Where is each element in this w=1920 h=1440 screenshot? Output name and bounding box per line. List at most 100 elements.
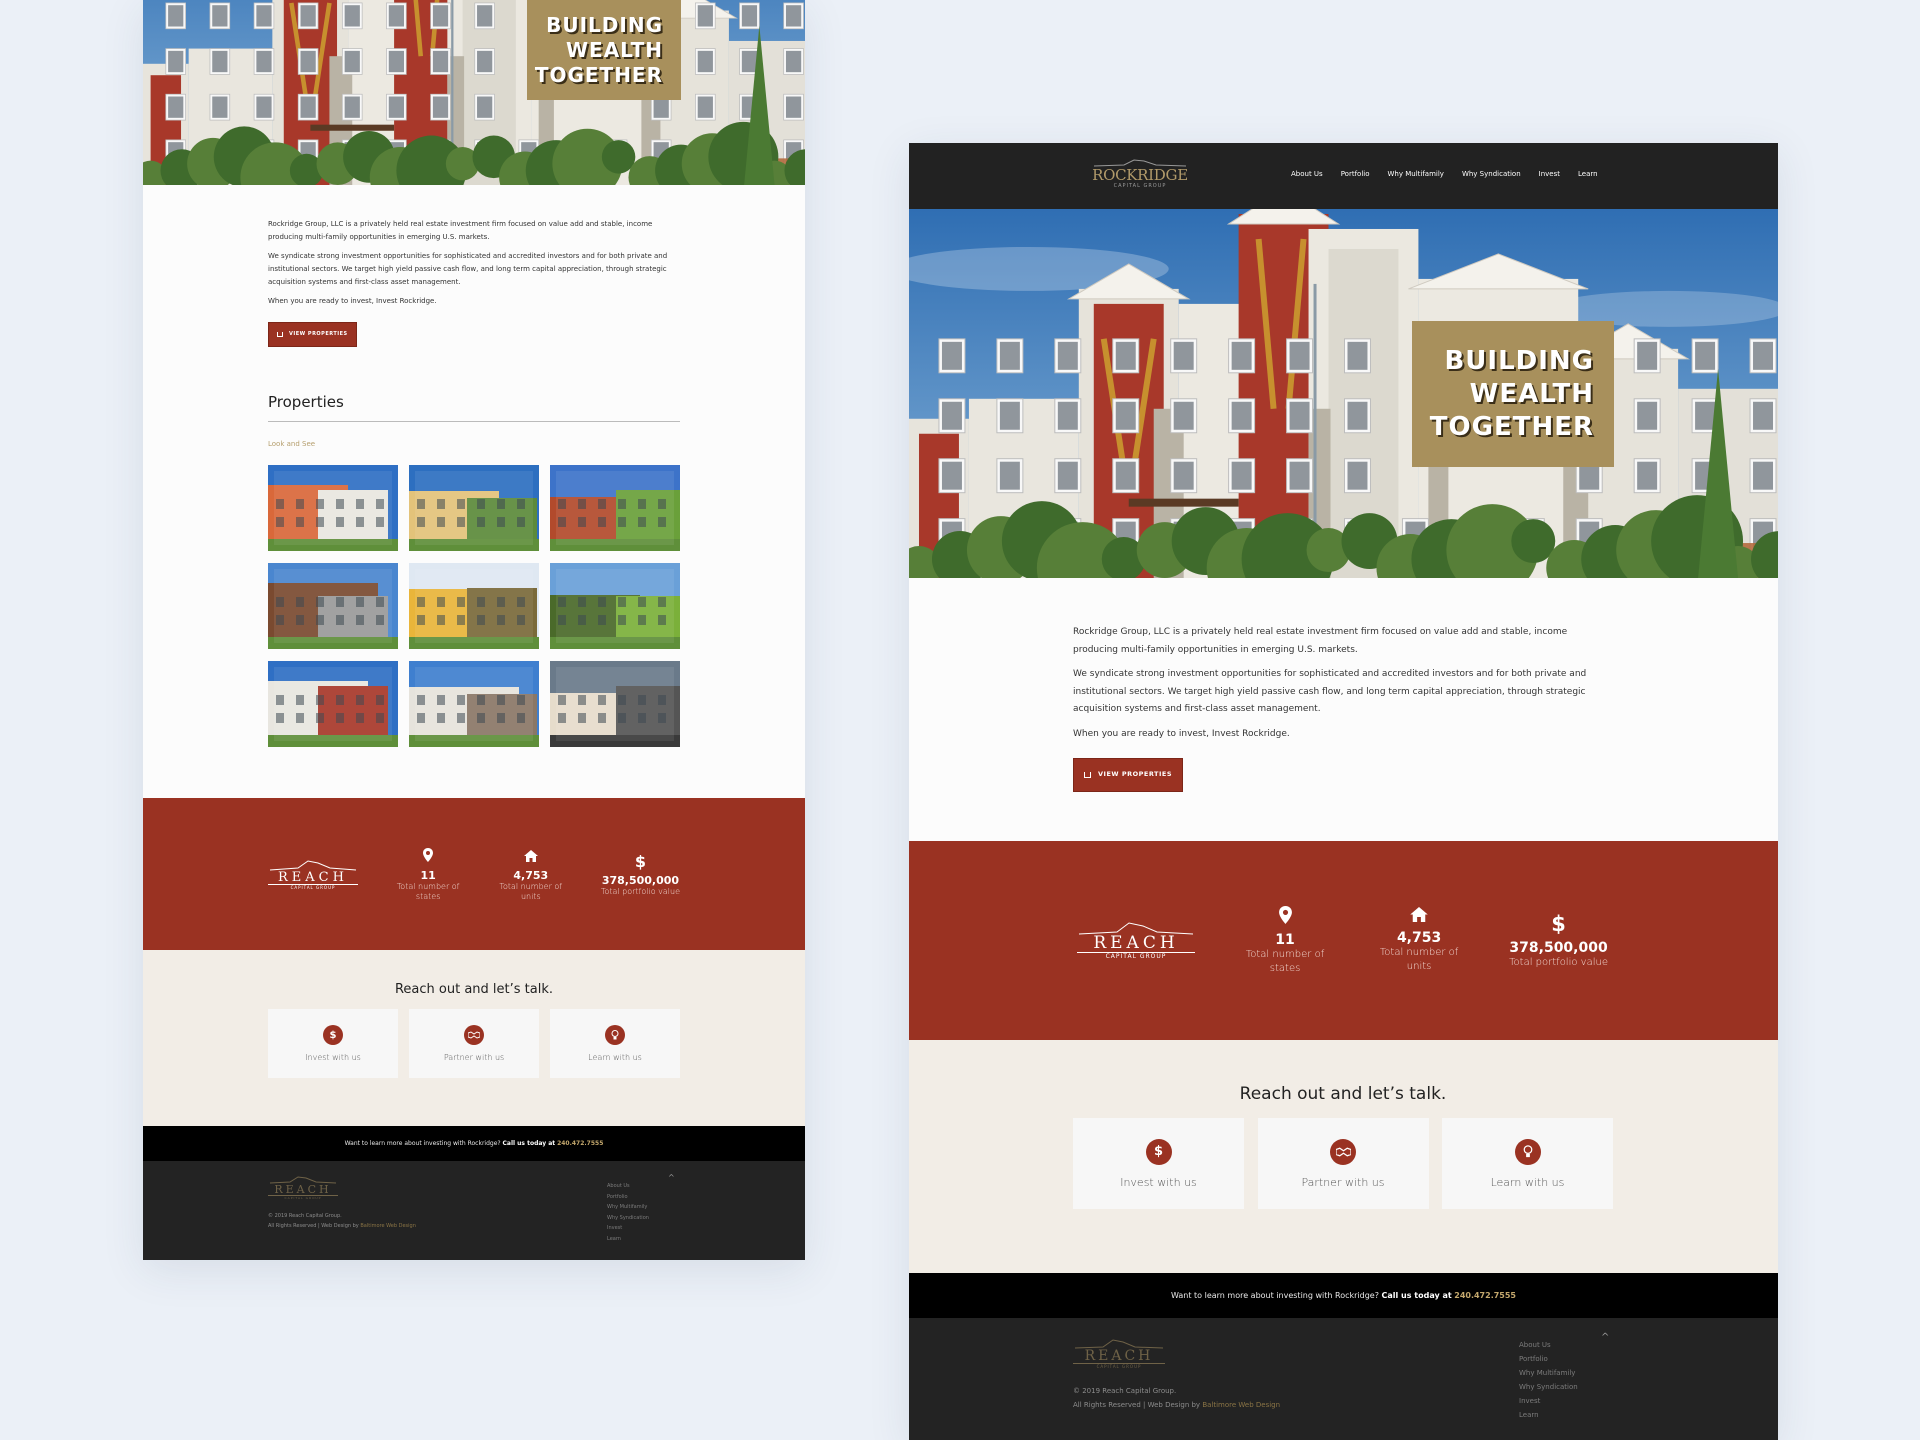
contact-cards: $ Invest with us Partner with us Learn w… xyxy=(268,1009,680,1078)
call-to-action-bar: Want to learn more about investing with … xyxy=(143,1126,805,1161)
stat-label: Total number of units xyxy=(499,881,563,901)
rights-text: All Rights Reserved | Web Design by xyxy=(1073,1401,1201,1409)
card-label: Invest with us xyxy=(305,1053,361,1062)
nav-learn[interactable]: Learn xyxy=(1578,170,1598,178)
nav-portfolio[interactable]: Portfolio xyxy=(1341,170,1370,178)
reach-wordmark: REACH xyxy=(278,869,348,885)
handshake-icon xyxy=(1330,1138,1356,1165)
stat-value: 11 xyxy=(1275,931,1295,948)
reach-wordmark: REACH xyxy=(1084,1348,1154,1364)
footer-copyright: © 2019 Reach Capital Group. All Rights R… xyxy=(268,1211,416,1231)
stat-value: 4,753 xyxy=(1396,930,1442,946)
property-thumbnail[interactable] xyxy=(550,661,680,747)
card-label: Partner with us xyxy=(443,1053,505,1062)
footer-link[interactable]: About Us xyxy=(607,1181,649,1192)
contact-section: Reach out and let’s talk. $ Invest with … xyxy=(143,950,805,1126)
contact-title: Reach out and let’s talk. xyxy=(1239,1084,1447,1104)
footer-link[interactable]: About Us xyxy=(1519,1338,1578,1352)
view-properties-button[interactable]: VIEW PROPERTIES xyxy=(268,322,357,347)
phone-link[interactable]: 240.472.7555 xyxy=(1454,1291,1516,1300)
property-thumbnail[interactable] xyxy=(550,563,680,649)
stat-label: Total portfolio value xyxy=(600,886,680,896)
button-label: VIEW PROPERTIES xyxy=(1098,770,1173,778)
stat-label: Total portfolio value xyxy=(1509,956,1608,968)
card-label: Learn with us xyxy=(1490,1175,1565,1189)
intro-section: Rockridge Group, LLC is a privately held… xyxy=(909,578,1778,841)
nav-why-syndication[interactable]: Why Syndication xyxy=(1462,170,1521,178)
view-properties-button[interactable]: VIEW PROPERTIES xyxy=(1073,758,1184,792)
stat-value: 378,500,000 xyxy=(1509,939,1608,956)
intro-paragraph: We syndicate strong investment opportuni… xyxy=(1073,669,1587,714)
property-thumbnail[interactable] xyxy=(409,563,539,649)
footer-link[interactable]: Why Syndication xyxy=(607,1213,649,1224)
footer: REACH CAPITAL GROUP © 2019 Reach Capital… xyxy=(143,1161,805,1260)
footer-link[interactable]: Learn xyxy=(1519,1408,1578,1422)
callbar-text: Want to learn more about investing with … xyxy=(1170,1291,1379,1300)
dollar-icon: $ xyxy=(1551,911,1566,936)
learn-card[interactable]: Learn with us xyxy=(550,1009,680,1078)
reach-wordmark: REACH xyxy=(274,1183,332,1196)
stat-label: Total number of states xyxy=(396,881,460,901)
learn-card[interactable]: Learn with us xyxy=(1442,1118,1613,1209)
house-icon xyxy=(1410,907,1428,922)
brand-wordmark: ROCKRIDGE xyxy=(1092,166,1188,184)
hero-line: WEALTH xyxy=(1469,378,1594,409)
footer-link[interactable]: Portfolio xyxy=(607,1192,649,1203)
mountain-icon xyxy=(269,859,357,870)
properties-subtitle: Look and See xyxy=(268,440,316,448)
partner-card[interactable]: Partner with us xyxy=(1257,1118,1429,1209)
phone-link[interactable]: 240.472.7555 xyxy=(557,1140,603,1147)
stat-value: 11 xyxy=(420,868,436,882)
home-icon xyxy=(277,332,283,337)
footer-link[interactable]: Invest xyxy=(1519,1394,1578,1408)
hero-line: BUILDING xyxy=(546,12,663,37)
stat-units: 4,753 Total number of units xyxy=(1375,907,1463,974)
map-pin-icon xyxy=(423,847,434,862)
back-to-top-button[interactable]: ^ xyxy=(1601,1332,1609,1343)
property-grid xyxy=(268,465,680,747)
designer-link[interactable]: Baltimore Web Design xyxy=(1202,1401,1280,1409)
property-thumbnail[interactable] xyxy=(268,661,398,747)
stat-value: 4,753 xyxy=(513,868,549,882)
invest-card[interactable]: $ Invest with us xyxy=(268,1009,398,1078)
stats-band: REACH CAPITAL GROUP 11 Total number of s… xyxy=(143,798,805,950)
property-thumbnail[interactable] xyxy=(550,465,680,551)
stat-portfolio: $ 378,500,000 Total portfolio value xyxy=(601,852,680,897)
rockridge-logo[interactable]: ROCKRIDGE CAPITAL GROUP xyxy=(1084,159,1196,189)
reach-logo: REACH CAPITAL GROUP xyxy=(1077,921,1195,960)
footer-link[interactable]: Why Multifamily xyxy=(607,1202,649,1213)
hero-banner: BUILDING WEALTH TOGETHER xyxy=(143,0,805,185)
home-icon xyxy=(1084,771,1091,778)
back-to-top-button[interactable]: ^ xyxy=(668,1173,675,1182)
nav-about-us[interactable]: About Us xyxy=(1291,170,1323,178)
footer-link[interactable]: Learn xyxy=(607,1234,649,1245)
intro-paragraph: When you are ready to invest, Invest Roc… xyxy=(268,297,437,305)
footer-reach-logo: REACH CAPITAL GROUP xyxy=(268,1175,338,1200)
footer-link[interactable]: Why Syndication xyxy=(1519,1380,1578,1394)
footer-link[interactable]: Invest xyxy=(607,1223,649,1234)
property-thumbnail[interactable] xyxy=(409,661,539,747)
property-thumbnail[interactable] xyxy=(268,465,398,551)
invest-card[interactable]: $ Invest with us xyxy=(1073,1118,1244,1209)
hero-tagline-badge: BUILDING WEALTH TOGETHER xyxy=(1412,321,1614,467)
footer-link[interactable]: Why Multifamily xyxy=(1519,1366,1578,1380)
dollar-icon: $ xyxy=(634,851,647,871)
footer-copyright: © 2019 Reach Capital Group. All Rights R… xyxy=(1073,1384,1280,1412)
copyright-text: © 2019 Reach Capital Group. xyxy=(268,1213,342,1219)
partner-card[interactable]: Partner with us xyxy=(409,1009,539,1078)
hero-banner: BUILDING WEALTH TOGETHER xyxy=(909,209,1778,578)
divider xyxy=(268,421,680,422)
nav-invest[interactable]: Invest xyxy=(1539,170,1560,178)
card-label: Learn with us xyxy=(588,1053,642,1062)
footer-link[interactable]: Portfolio xyxy=(1519,1352,1578,1366)
main-menu: About Us Portfolio Why Multifamily Why S… xyxy=(1291,170,1616,178)
nav-why-multifamily[interactable]: Why Multifamily xyxy=(1388,170,1444,178)
stat-portfolio: $ 378,500,000 Total portfolio value xyxy=(1509,912,1608,970)
hero-line: TOGETHER xyxy=(1429,411,1594,442)
rights-text: All Rights Reserved | Web Design by xyxy=(268,1223,359,1229)
card-label: Partner with us xyxy=(1301,1175,1385,1189)
designer-link[interactable]: Baltimore Web Design xyxy=(360,1223,416,1229)
property-thumbnail[interactable] xyxy=(268,563,398,649)
property-thumbnail[interactable] xyxy=(409,465,539,551)
page-mockup-scrolled: BUILDING WEALTH TOGETHER Rockridge Group… xyxy=(143,0,805,1260)
